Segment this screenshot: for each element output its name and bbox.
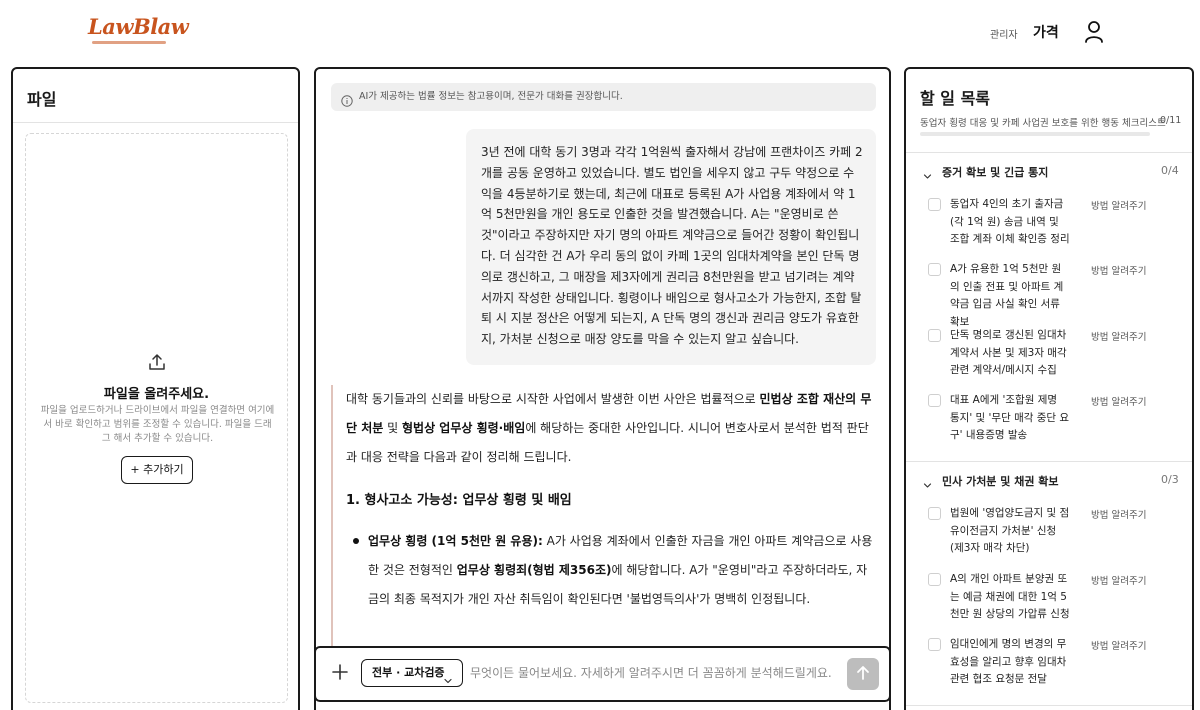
divider — [906, 705, 1192, 706]
mode-select-label: 전부 · 교차검증 — [372, 666, 445, 679]
answer-text: 및 — [383, 421, 402, 435]
info-icon — [341, 91, 353, 107]
how-to-button[interactable]: 방법 알려주기 — [1091, 198, 1146, 212]
answer-bold: 업무상 횡령 (1억 5천만 원 유용): — [368, 534, 543, 548]
todo-item-text: 단독 명의로 갱신된 임대차 계약서 사본 및 제3자 매각 관련 계약서/메시… — [950, 329, 1067, 376]
todo-title: 할 일 목록 — [920, 89, 991, 108]
upload-icon — [148, 353, 166, 371]
bullet-dot — [353, 538, 359, 544]
top-header: LawBlaw 관리자 가격 — [0, 0, 1200, 64]
user-icon[interactable] — [1083, 20, 1105, 44]
admin-link[interactable]: 관리자 — [990, 26, 1018, 41]
todo-section-count: 0/4 — [1161, 164, 1179, 177]
how-to-button[interactable]: 방법 알려주기 — [1091, 638, 1146, 652]
ai-disclaimer-notice: AI가 제공하는 법률 정보는 참고용이며, 전문가 대화를 권장합니다. — [331, 83, 876, 111]
divider — [906, 461, 1192, 462]
todo-item-text: 임대인에게 명의 변경의 무효성을 알리고 향후 임대차 관련 협조 요청문 전… — [950, 638, 1067, 685]
todo-item-text: 법원에 '영업양도금지 및 점유이전금지 가처분' 신청 (제3자 매각 차단) — [950, 507, 1070, 554]
answer-paragraph: 대학 동기들과의 신뢰를 바탕으로 시작한 사업에서 발생한 이번 사안은 법률… — [346, 385, 876, 472]
chevron-down-icon[interactable] — [923, 166, 932, 179]
todo-checkbox[interactable] — [928, 394, 941, 407]
chat-composer: 전부 · 교차검증 — [316, 646, 889, 702]
todo-subtitle: 동업자 횡령 대응 및 카페 사업권 보호를 위한 행동 체크리스트 — [920, 118, 1166, 129]
todo-progress-count: 0/11 — [1160, 115, 1182, 126]
todo-checkbox[interactable] — [928, 573, 941, 586]
chat-input[interactable] — [470, 660, 842, 686]
file-dropzone[interactable]: 파일을 올려주세요. 파일을 업로드하거나 드라이브에서 파일을 연결하면 여기… — [25, 133, 288, 703]
add-file-button[interactable]: + 추가하기 — [121, 456, 193, 484]
bullet-text: 업무상 횡령 (1억 5천만 원 유용): A가 사업용 계좌에서 인출한 자금… — [368, 527, 876, 614]
answer-bold: 형법상 업무상 횡령·배임 — [401, 421, 526, 435]
answer-bullet: 업무상 횡령 (1억 5천만 원 유용): A가 사업용 계좌에서 인출한 자금… — [346, 527, 876, 614]
todo-section-title[interactable]: 민사 가처분 및 채권 확보 — [942, 473, 1059, 489]
chevron-down-icon — [444, 669, 452, 684]
answer-bold: 업무상 횡령죄(형법 제356조) — [456, 563, 612, 577]
logo-underline — [92, 41, 166, 44]
todo-progress-bar — [920, 132, 1150, 136]
notice-text: AI가 제공하는 법률 정보는 참고용이며, 전문가 대화를 권장합니다. — [359, 91, 623, 102]
assistant-answer: 대학 동기들과의 신뢰를 바탕으로 시작한 사업에서 발생한 이번 사안은 법률… — [331, 385, 876, 655]
divider — [906, 152, 1192, 153]
how-to-button[interactable]: 방법 알려주기 — [1091, 329, 1146, 343]
arrow-up-icon — [855, 665, 871, 681]
send-button[interactable] — [847, 658, 879, 690]
files-panel: 파일 파일을 올려주세요. 파일을 업로드하거나 드라이브에서 파일을 연결하면… — [11, 67, 300, 710]
logo[interactable]: LawBlaw — [88, 14, 189, 39]
chevron-down-icon[interactable] — [923, 475, 932, 488]
price-link[interactable]: 가격 — [1033, 22, 1059, 42]
answer-text: 대학 동기들과의 신뢰를 바탕으로 시작한 사업에서 발생한 이번 사안은 법률… — [346, 392, 760, 406]
how-to-button[interactable]: 방법 알려주기 — [1091, 573, 1146, 587]
todo-checkbox[interactable] — [928, 638, 941, 651]
todo-item-text: A가 유용한 1억 5천만 원의 인출 전표 및 아파트 계약금 입금 사실 확… — [950, 263, 1064, 328]
todo-item-text: 대표 A에게 '조합원 제명 통지' 및 '무단 매각 중단 요구' 내용증명 … — [950, 394, 1070, 441]
todo-item-text: 동업자 4인의 초기 출자금(각 1억 원) 송금 내역 및 조합 계좌 이체 … — [950, 198, 1070, 245]
todo-checkbox[interactable] — [928, 198, 941, 211]
todo-checkbox[interactable] — [928, 263, 941, 276]
how-to-button[interactable]: 방법 알려주기 — [1091, 263, 1146, 277]
how-to-button[interactable]: 방법 알려주기 — [1091, 394, 1146, 408]
todo-panel: 할 일 목록 동업자 횡령 대응 및 카페 사업권 보호를 위한 행동 체크리스… — [904, 67, 1194, 710]
todo-section-title[interactable]: 증거 확보 및 긴급 통지 — [942, 164, 1048, 180]
how-to-button[interactable]: 방법 알려주기 — [1091, 507, 1146, 521]
todo-section-count: 0/3 — [1161, 473, 1179, 486]
files-panel-title: 파일 — [27, 90, 57, 109]
todo-item-text: A의 개인 아파트 분양권 또는 예금 채권에 대한 1억 5천만 원 상당의 … — [950, 573, 1070, 620]
todo-checkbox[interactable] — [928, 507, 941, 520]
divider — [13, 122, 298, 123]
dropzone-title: 파일을 올려주세요. — [103, 387, 210, 402]
dropzone-description: 파일을 업로드하거나 드라이브에서 파일을 연결하면 여기에서 바로 확인하고 … — [40, 405, 275, 444]
todo-checkbox[interactable] — [928, 329, 941, 342]
answer-heading: 1. 형사고소 가능성: 업무상 횡령 및 배임 — [346, 493, 572, 508]
mode-select[interactable]: 전부 · 교차검증 — [361, 659, 463, 687]
plus-icon[interactable] — [330, 662, 350, 682]
user-message: 3년 전에 대학 동기 3명과 각각 1억원씩 출자해서 강남에 프랜차이즈 카… — [466, 129, 876, 365]
chat-panel: AI가 제공하는 법률 정보는 참고용이며, 전문가 대화를 권장합니다. 3년… — [314, 67, 891, 710]
